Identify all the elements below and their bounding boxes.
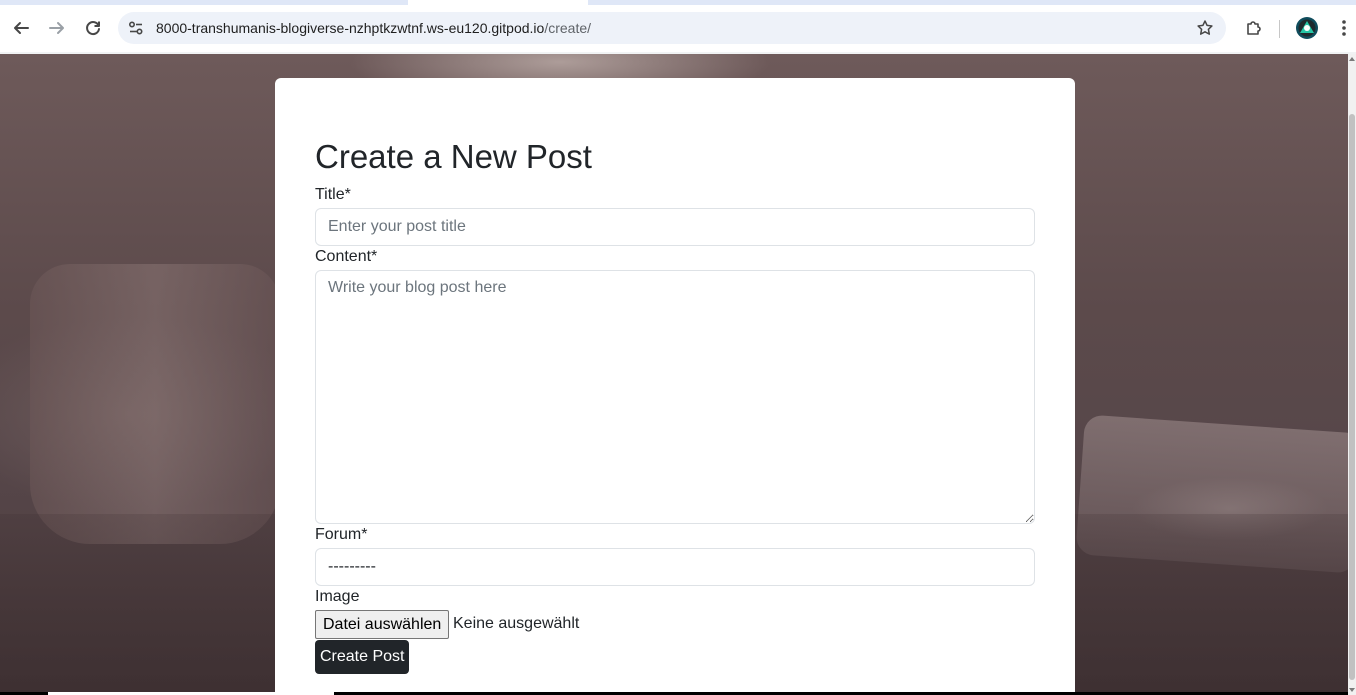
arrow-left-icon[interactable]	[7, 14, 35, 42]
page-title: Create a New Post	[315, 138, 592, 175]
address-bar[interactable]: 8000-transhumanis-blogiverse-nzhptkzwtnf…	[118, 12, 1226, 44]
url-text[interactable]: 8000-transhumanis-blogiverse-nzhptkzwtnf…	[156, 20, 591, 36]
scroll-up-arrow-icon[interactable]	[1349, 57, 1355, 61]
star-icon[interactable]	[1194, 17, 1216, 39]
scrollbar-thumb[interactable]	[1349, 114, 1355, 680]
create-post-card: Create a New Post Title* Content* Forum*…	[275, 78, 1075, 695]
puzzle-icon[interactable]	[1240, 14, 1268, 42]
forum-select[interactable]: ---------	[315, 548, 1035, 586]
image-label: Image	[315, 588, 360, 605]
tune-icon[interactable]	[126, 18, 146, 38]
content-label: Content*	[315, 248, 378, 265]
background-cup-shape	[30, 264, 280, 544]
kebab-menu-icon[interactable]	[1330, 14, 1356, 42]
choose-file-button[interactable]: Datei auswählen	[315, 610, 450, 639]
reload-icon[interactable]	[79, 14, 107, 42]
toolbar-divider	[1279, 20, 1280, 38]
forum-label: Forum*	[315, 526, 368, 543]
create-post-button[interactable]: Create Post	[315, 640, 410, 674]
arrow-right-icon[interactable]	[43, 14, 71, 42]
scroll-down-arrow-icon[interactable]	[1349, 688, 1355, 692]
browser-toolbar: 8000-transhumanis-blogiverse-nzhptkzwtnf…	[0, 5, 1356, 52]
file-status-text: Keine ausgewählt	[453, 615, 580, 632]
url-path: /create/	[544, 20, 592, 36]
avatar[interactable]	[1293, 14, 1321, 42]
url-host: 8000-transhumanis-blogiverse-nzhptkzwtnf…	[156, 20, 545, 36]
content-textarea[interactable]	[315, 270, 1035, 524]
forum-selected-value: ---------	[328, 558, 376, 575]
page-scrollbar[interactable]	[1348, 54, 1356, 695]
page-background: Create a New Post Title* Content* Forum*…	[0, 54, 1348, 695]
title-label: Title*	[315, 186, 351, 203]
title-input[interactable]	[315, 208, 1035, 246]
